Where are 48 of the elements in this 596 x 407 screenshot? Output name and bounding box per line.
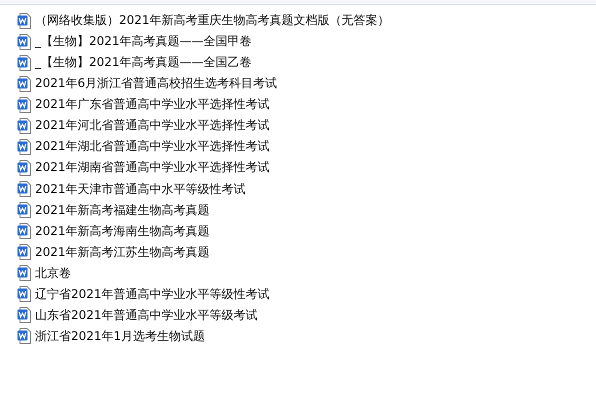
- file-name: _【生物】2021年高考真题——全国乙卷: [35, 54, 252, 72]
- word-document-icon: [17, 307, 31, 324]
- word-document-icon: [17, 96, 31, 113]
- word-document-icon: [17, 76, 31, 92]
- file-name: 2021年新高考江苏生物高考真题: [35, 244, 210, 261]
- file-item[interactable]: 2021年河北省普通高中学业水平选择性考试: [17, 115, 596, 136]
- file-item[interactable]: 浙江省2021年1月选考生物试题: [17, 326, 596, 347]
- file-item[interactable]: 2021年新高考海南生物高考真题: [17, 220, 596, 242]
- file-name: 2021年天津市普通高中水平等级性考试: [35, 180, 246, 198]
- file-name: 2021年湖南省普通高中学业水平选择性考试: [35, 159, 270, 176]
- word-document-icon: [17, 34, 31, 50]
- file-item[interactable]: 2021年广东省普通高中学业水平选择性考试: [17, 94, 596, 116]
- file-name: 2021年新高考福建生物高考真题: [35, 202, 210, 219]
- file-name: 辽宁省2021年普通高中学业水平等级性考试: [35, 286, 270, 303]
- file-name: 北京卷: [35, 264, 71, 282]
- file-name: 2021年新高考海南生物高考真题: [35, 222, 210, 240]
- word-document-icon: [17, 202, 31, 218]
- file-name: 山东省2021年普通高中学业水平等级考试: [35, 306, 258, 324]
- word-document-icon: [17, 244, 31, 260]
- file-item[interactable]: 辽宁省2021年普通高中学业水平等级性考试: [17, 284, 596, 305]
- file-item[interactable]: _【生物】2021年高考真题——全国乙卷: [17, 52, 596, 74]
- file-name: 2021年广东省普通高中学业水平选择性考试: [35, 96, 270, 114]
- file-item[interactable]: 2021年湖北省普通高中学业水平选择性考试: [17, 136, 596, 158]
- file-item[interactable]: 北京卷: [17, 262, 596, 284]
- file-item[interactable]: 2021年湖南省普通高中学业水平选择性考试: [17, 157, 596, 178]
- file-item[interactable]: 2021年6月浙江省普通高校招生选考科目考试: [17, 73, 596, 94]
- word-document-icon: [17, 328, 31, 344]
- word-document-icon: [17, 12, 31, 29]
- file-name: 2021年湖北省普通高中学业水平选择性考试: [35, 138, 270, 156]
- word-document-icon: [17, 181, 31, 198]
- file-item[interactable]: 2021年天津市普通高中水平等级性考试: [17, 178, 596, 200]
- file-item[interactable]: （网络收集版）2021年新高考重庆生物高考真题文档版（无答案）: [17, 10, 596, 32]
- word-document-icon: [17, 138, 31, 155]
- word-document-icon: [17, 286, 31, 302]
- word-document-icon: [17, 118, 31, 134]
- file-name: （网络收集版）2021年新高考重庆生物高考真题文档版（无答案）: [35, 12, 390, 30]
- file-name: 浙江省2021年1月选考生物试题: [35, 328, 206, 345]
- file-name: 2021年河北省普通高中学业水平选择性考试: [35, 117, 270, 134]
- word-document-icon: [17, 223, 31, 240]
- file-name: _【生物】2021年高考真题——全国甲卷: [35, 33, 252, 50]
- word-document-icon: [17, 265, 31, 282]
- word-document-icon: [17, 160, 31, 176]
- file-item[interactable]: 2021年新高考福建生物高考真题: [17, 200, 596, 221]
- file-item[interactable]: 山东省2021年普通高中学业水平等级考试: [17, 304, 596, 326]
- file-item[interactable]: 2021年新高考江苏生物高考真题: [17, 242, 596, 263]
- file-item[interactable]: _【生物】2021年高考真题——全国甲卷: [17, 31, 596, 52]
- word-document-icon: [17, 54, 31, 71]
- file-name: 2021年6月浙江省普通高校招生选考科目考试: [35, 75, 278, 92]
